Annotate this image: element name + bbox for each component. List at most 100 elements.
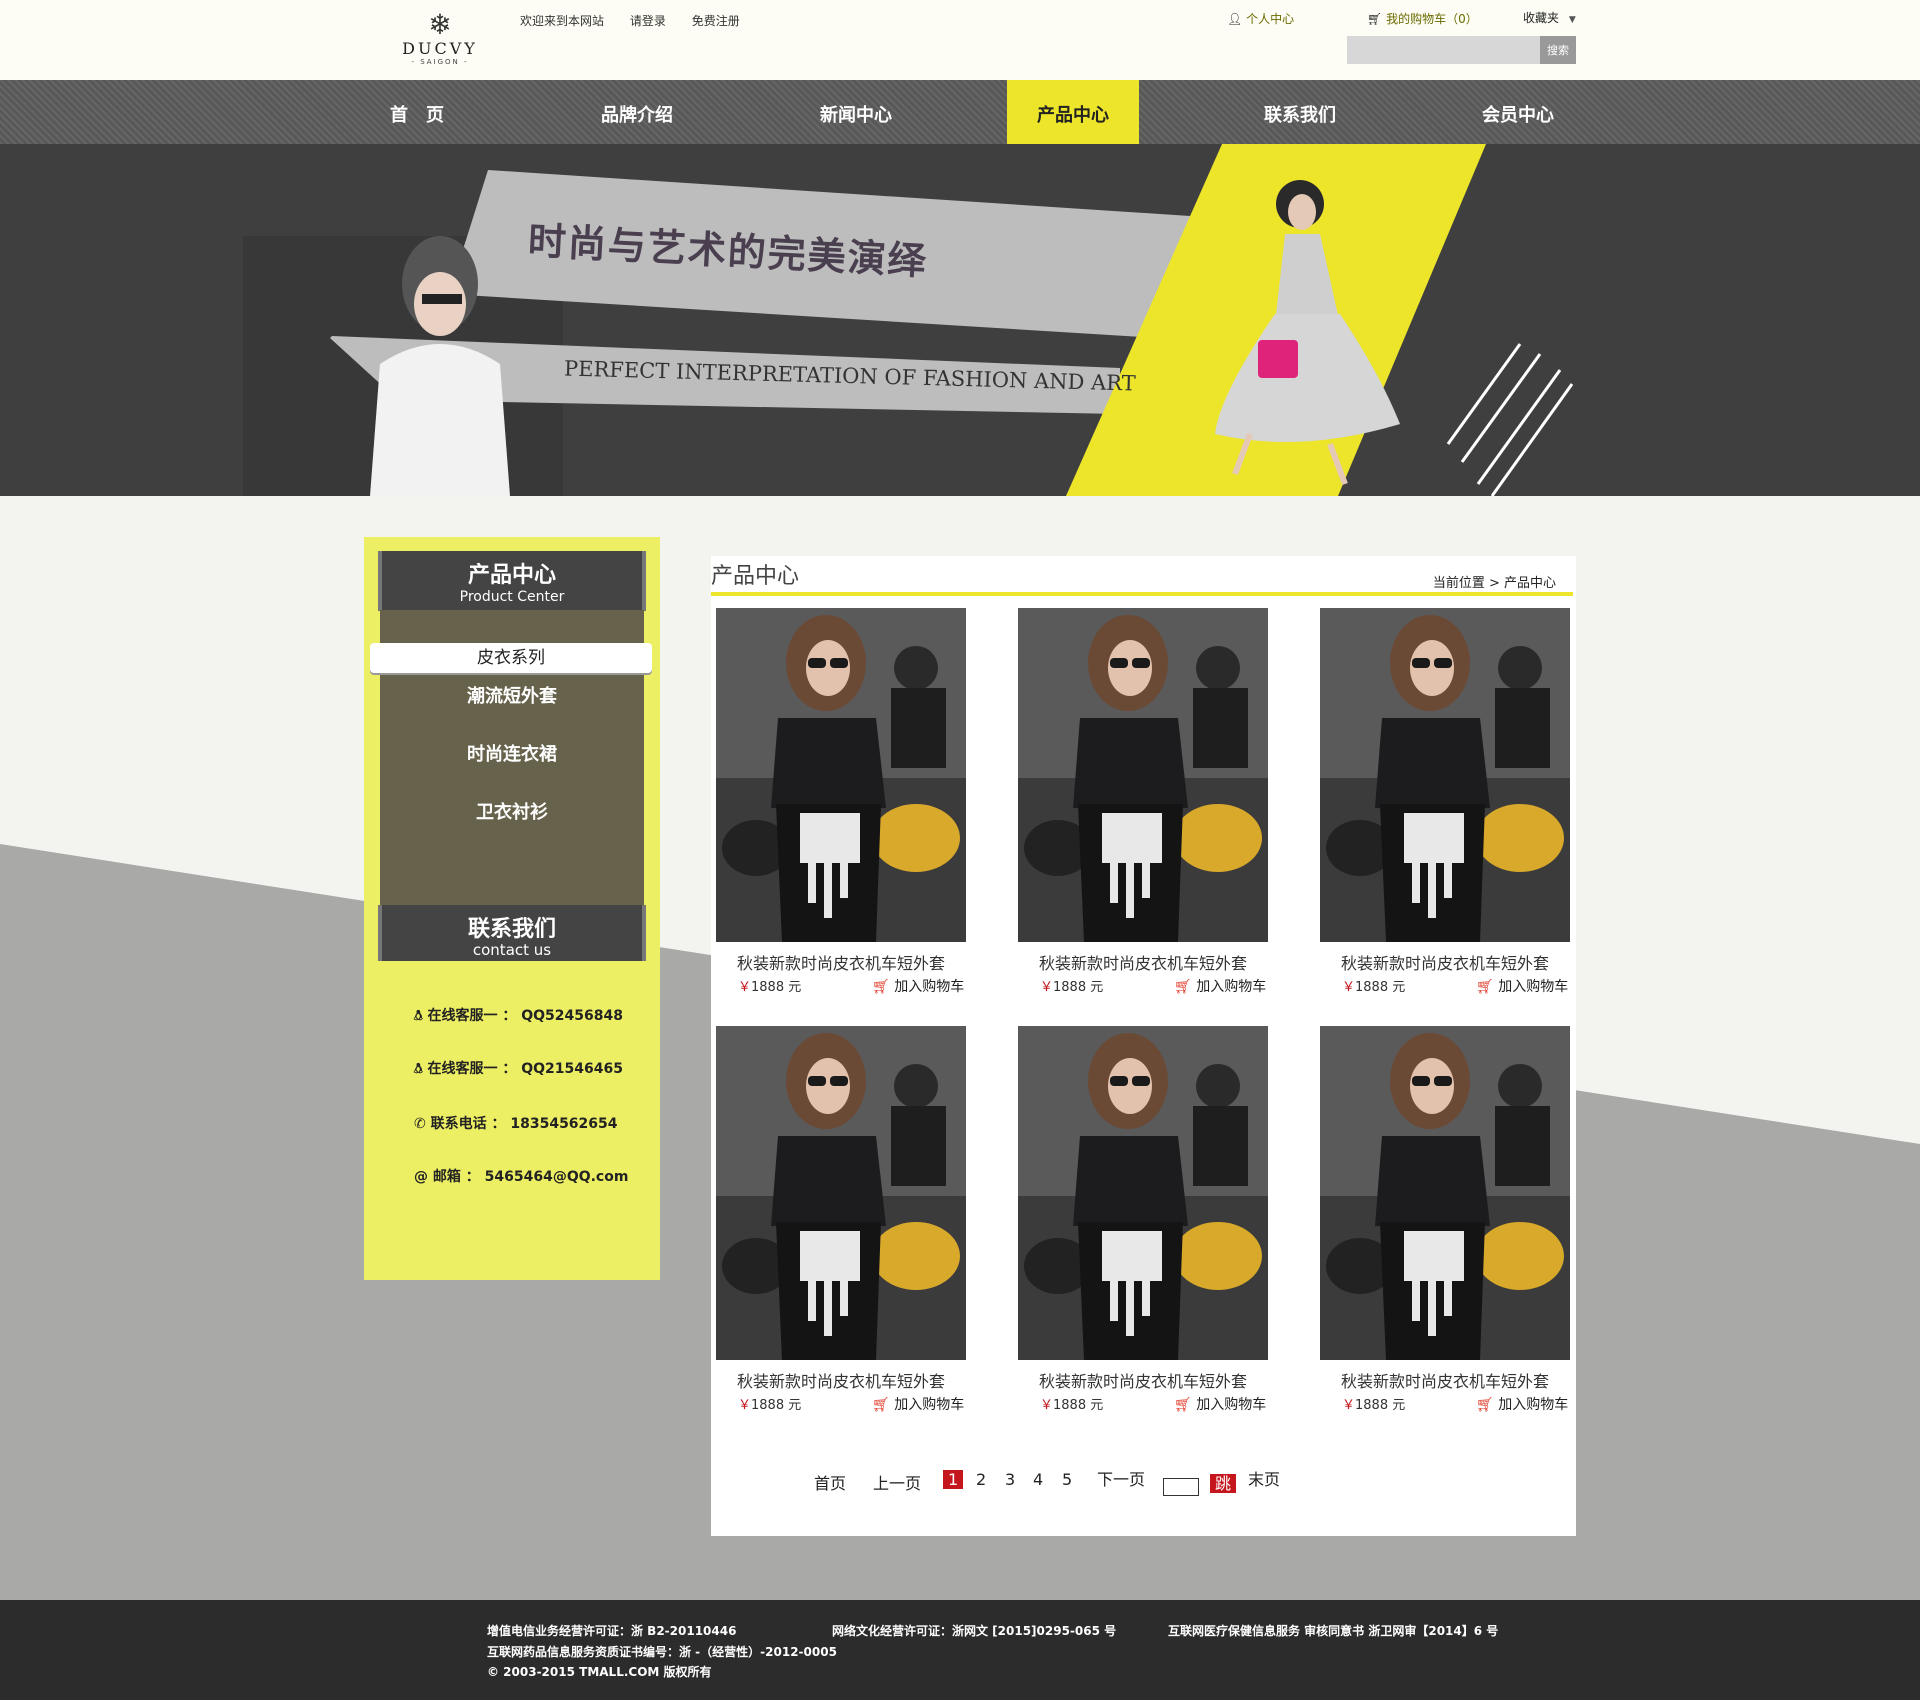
sidebar-item-dress[interactable]: 时尚连衣裙 — [380, 740, 644, 766]
footer-license-2: 网络文化经营许可证：浙网文 [2015]0295-065 号 — [832, 1624, 1117, 1638]
logo-brand-text: DUCVY — [402, 39, 478, 58]
contact-label: 联系电话 ： — [430, 1116, 506, 1132]
product-price: ￥1888 元 — [738, 1394, 801, 1413]
favorites-label: 收藏夹 — [1523, 11, 1560, 25]
top-links: 欢迎来到本网站 请登录 免费注册 — [520, 12, 762, 29]
product-card[interactable]: 秋装新款时尚皮衣机车短外套 ￥1888 元 🛒︎ 加入购物车 — [1320, 608, 1570, 998]
product-card[interactable]: 秋装新款时尚皮衣机车短外套 ￥1888 元 🛒︎ 加入购物车 — [716, 1026, 966, 1416]
yuan-icon: ￥ — [738, 1398, 752, 1413]
at-icon: @ — [414, 1169, 433, 1185]
sidebar-item-hoodie[interactable]: 卫衣衬衫 — [380, 798, 644, 824]
product-image[interactable] — [716, 1026, 966, 1360]
product-price: ￥1888 元 — [738, 976, 801, 995]
pager-page[interactable]: 3 — [1005, 1470, 1015, 1489]
nav-news[interactable]: 新闻中心 — [806, 80, 906, 144]
add-to-cart-label: 加入购物车 — [1498, 1397, 1569, 1413]
nav-member[interactable]: 会员中心 — [1468, 80, 1568, 144]
nav-products[interactable]: 产品中心 — [1007, 80, 1139, 144]
pager-first[interactable]: 首页 — [814, 1470, 846, 1494]
add-to-cart-button[interactable]: 🛒︎ 加入购物车 — [872, 976, 964, 996]
snowflake-icon: ❄ — [428, 8, 452, 41]
search-button[interactable]: 搜索 — [1540, 36, 1576, 64]
user-center-link[interactable]: 👤︎ 个人中心 — [1227, 10, 1294, 27]
product-photo-graphic — [1320, 1026, 1570, 1360]
add-to-cart-button[interactable]: 🛒︎ 加入购物车 — [872, 1394, 964, 1414]
pager-prev[interactable]: 上一页 — [873, 1470, 921, 1494]
contact-email[interactable]: @ 邮箱 ： 5465464@QQ.com — [414, 1166, 628, 1186]
product-name[interactable]: 秋装新款时尚皮衣机车短外套 — [716, 950, 966, 974]
register-link[interactable]: 免费注册 — [692, 14, 740, 28]
product-photo-graphic — [716, 608, 966, 942]
price-value: 1888 元 — [1053, 980, 1104, 995]
cart-link[interactable]: 🛒︎ 我的购物车（0） — [1367, 10, 1478, 27]
product-image[interactable] — [1320, 608, 1570, 942]
contact-label: 邮箱 ： — [432, 1169, 480, 1185]
contact-value: QQ52456848 — [521, 1008, 623, 1024]
add-to-cart-button[interactable]: 🛒︎ 加入购物车 — [1476, 1394, 1568, 1414]
pager-next[interactable]: 下一页 — [1097, 1466, 1145, 1490]
product-center-subtitle: Product Center — [459, 589, 565, 605]
pager-current[interactable]: 1 — [943, 1470, 964, 1489]
pager-last[interactable]: 末页 — [1248, 1466, 1280, 1490]
favorites-dropdown[interactable]: 收藏夹 ▼ — [1523, 9, 1576, 26]
product-name[interactable]: 秋装新款时尚皮衣机车短外套 — [1320, 950, 1570, 974]
footer-copyright: © 2003-2015 TMALL.COM 版权所有 — [487, 1665, 712, 1679]
page-title: 产品中心 — [711, 564, 800, 589]
product-name[interactable]: 秋装新款时尚皮衣机车短外套 — [716, 1368, 966, 1392]
pager-jump-button[interactable]: 跳 — [1210, 1470, 1237, 1494]
nav-brand[interactable]: 品牌介绍 — [587, 80, 687, 144]
title-divider — [711, 592, 1573, 596]
product-card[interactable]: 秋装新款时尚皮衣机车短外套 ￥1888 元 🛒︎ 加入购物车 — [1018, 1026, 1268, 1416]
product-image[interactable] — [1018, 608, 1268, 942]
product-photo-graphic — [716, 1026, 966, 1360]
price-value: 1888 元 — [751, 1398, 802, 1413]
product-photo-graphic — [1018, 608, 1268, 942]
brand-logo[interactable]: ❄ DUCVY - SAIGON - — [395, 10, 485, 72]
add-to-cart-button[interactable]: 🛒︎ 加入购物车 — [1174, 1394, 1266, 1414]
nav-contact[interactable]: 联系我们 — [1250, 80, 1350, 144]
product-photo-graphic — [1320, 608, 1570, 942]
product-name[interactable]: 秋装新款时尚皮衣机车短外套 — [1018, 950, 1268, 974]
add-to-cart-label: 加入购物车 — [1498, 979, 1569, 995]
product-card[interactable]: 秋装新款时尚皮衣机车短外套 ￥1888 元 🛒︎ 加入购物车 — [716, 608, 966, 998]
add-to-cart-button[interactable]: 🛒︎ 加入购物车 — [1476, 976, 1568, 996]
sidebar-item-short-jacket[interactable]: 潮流短外套 — [380, 682, 644, 708]
login-link[interactable]: 请登录 — [630, 14, 666, 28]
search-input[interactable] — [1347, 36, 1547, 64]
nav-home[interactable]: 首 页 — [367, 80, 467, 144]
contact-qq-1[interactable]: 🐧︎ 在线客服一 ： QQ52456848 — [414, 1005, 623, 1026]
add-to-cart-label: 加入购物车 — [1196, 979, 1267, 995]
caret-down-icon: ▼ — [1568, 15, 1576, 25]
price-value: 1888 元 — [1053, 1398, 1104, 1413]
product-card[interactable]: 秋装新款时尚皮衣机车短外套 ￥1888 元 🛒︎ 加入购物车 — [1018, 608, 1268, 998]
cart-add-icon: 🛒︎ — [872, 1397, 895, 1413]
cart-add-icon: 🛒︎ — [1174, 1397, 1197, 1413]
pager-page[interactable]: 5 — [1062, 1470, 1072, 1489]
footer-license-1: 增值电信业务经营许可证：浙 B2-20110446 — [487, 1624, 737, 1638]
product-name[interactable]: 秋装新款时尚皮衣机车短外套 — [1018, 1368, 1268, 1392]
cart-label: 我的购物车（0） — [1386, 12, 1478, 26]
yuan-icon: ￥ — [1342, 980, 1356, 995]
contact-qq-2[interactable]: 🐧︎ 在线客服一 ： QQ21546465 — [414, 1058, 623, 1079]
pager-page[interactable]: 2 — [976, 1470, 986, 1489]
contact-title: 联系我们 — [467, 917, 556, 942]
hero-banner: 时尚与艺术的完美演绎 PERFECT INTERPRETATION OF FAS… — [0, 144, 1920, 496]
contact-phone[interactable]: ✆ 联系电话 ： 18354562654 — [414, 1113, 618, 1133]
price-value: 1888 元 — [1355, 1398, 1406, 1413]
pager-jump-input[interactable] — [1163, 1478, 1199, 1496]
product-image[interactable] — [1018, 1026, 1268, 1360]
breadcrumb: 当前位置 > 产品中心 — [1432, 576, 1556, 591]
pager-page[interactable]: 1 — [943, 1470, 964, 1489]
product-image[interactable] — [1320, 1026, 1570, 1360]
footer-license-4: 互联网药品信息服务资质证书编号：浙 -（经营性）-2012-0005 — [487, 1645, 837, 1659]
product-card[interactable]: 秋装新款时尚皮衣机车短外套 ￥1888 元 🛒︎ 加入购物车 — [1320, 1026, 1570, 1416]
product-name[interactable]: 秋装新款时尚皮衣机车短外套 — [1320, 1368, 1570, 1392]
add-to-cart-label: 加入购物车 — [894, 979, 965, 995]
pager-page[interactable]: 4 — [1033, 1470, 1043, 1489]
qq-icon: 🐧︎ — [414, 1008, 428, 1024]
product-image[interactable] — [716, 608, 966, 942]
sidebar-tab-leather[interactable]: 皮衣系列 — [370, 643, 652, 673]
cart-add-icon: 🛒︎ — [872, 979, 895, 995]
banner-deco-line — [1490, 383, 1574, 496]
add-to-cart-button[interactable]: 🛒︎ 加入购物车 — [1174, 976, 1266, 996]
